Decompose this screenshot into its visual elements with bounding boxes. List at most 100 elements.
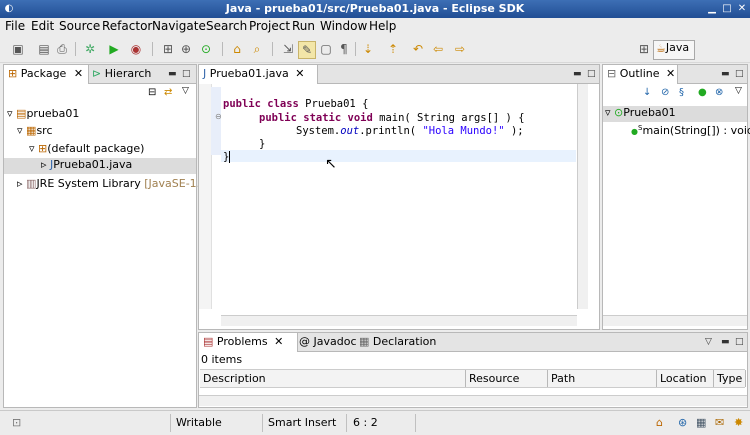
- print-icon[interactable]: ⎙: [54, 41, 70, 57]
- minimize-editor-icon[interactable]: ▬: [573, 69, 582, 79]
- fast-view-icon[interactable]: ⊡: [12, 416, 21, 429]
- java-perspective-button[interactable]: ☕Java: [653, 40, 695, 60]
- column-location[interactable]: Location: [657, 370, 714, 387]
- forward-icon[interactable]: ⇨: [452, 41, 468, 57]
- problems-horizontal-scrollbar[interactable]: [199, 395, 747, 406]
- new-package-icon[interactable]: ⊕: [178, 41, 194, 57]
- collapse-all-icon[interactable]: ⊟: [148, 87, 156, 98]
- open-type-icon[interactable]: ⌂: [229, 41, 245, 57]
- mark-occurrences-icon[interactable]: ✎: [298, 41, 316, 59]
- back-icon[interactable]: ⇦: [430, 41, 446, 57]
- editor-vertical-scrollbar[interactable]: [577, 84, 588, 309]
- hide-nonpublic-icon[interactable]: ●: [698, 87, 707, 98]
- link-with-editor-icon[interactable]: ⇄: [164, 87, 172, 98]
- tree-item-jre[interactable]: ▹ ▥JRE System Library [JavaSE-1.6: [17, 177, 207, 190]
- code-line-3[interactable]: System.out.println( "Hola Mundo!" );: [296, 125, 524, 137]
- tab-javadoc[interactable]: @ Javadoc: [295, 333, 357, 351]
- tree-item-src[interactable]: ▿ ▦src: [17, 124, 53, 137]
- maximize-outline-icon[interactable]: □: [735, 69, 744, 79]
- problems-view-menu-icon[interactable]: ▽: [705, 337, 712, 347]
- keyword: public static void: [259, 112, 373, 124]
- save-icon[interactable]: ▤: [36, 41, 52, 57]
- outline-view-menu-icon[interactable]: ▽: [735, 86, 742, 96]
- maximize-editor-icon[interactable]: □: [587, 69, 596, 79]
- tab-problems[interactable]: ▤ Problems ✕: [199, 333, 298, 352]
- maximize-view-icon[interactable]: □: [182, 69, 191, 79]
- tab-outline[interactable]: ⊟ Outline ✕: [603, 65, 678, 84]
- menu-window[interactable]: Window: [320, 19, 367, 33]
- tab-hierarchy[interactable]: ⊳ Hierarch: [88, 65, 151, 83]
- sort-icon[interactable]: ↓: [643, 87, 651, 98]
- menu-help[interactable]: Help: [369, 19, 396, 33]
- run-icon[interactable]: ▶: [106, 41, 122, 57]
- search-icon[interactable]: ⌕: [249, 41, 265, 57]
- minimize-icon[interactable]: ▁: [706, 3, 718, 15]
- tray-icon-1[interactable]: ⌂: [656, 416, 663, 429]
- column-path[interactable]: Path: [548, 370, 657, 387]
- code-line-4[interactable]: }: [259, 138, 265, 150]
- editor-horizontal-scrollbar[interactable]: [221, 315, 577, 326]
- outline-method-label: main(String[]) : void: [642, 124, 750, 137]
- last-edit-location-icon[interactable]: ↶: [410, 41, 426, 57]
- menu-edit[interactable]: Edit: [31, 19, 54, 33]
- close-editor-icon[interactable]: ✕: [295, 67, 304, 80]
- code-line-1[interactable]: public class Prueba01 {: [223, 98, 368, 110]
- tray-icon-3[interactable]: ▦: [696, 416, 706, 429]
- hide-static-icon[interactable]: §: [679, 87, 684, 98]
- menu-project[interactable]: Project: [249, 19, 290, 33]
- debug-icon[interactable]: ✲: [82, 41, 98, 57]
- column-type[interactable]: Type: [714, 370, 746, 387]
- minimize-problems-icon[interactable]: ▬: [721, 337, 730, 347]
- view-menu-icon[interactable]: ▽: [182, 86, 189, 96]
- tab-editor-file[interactable]: J Prueba01.java ✕: [199, 65, 318, 84]
- code-line-2[interactable]: public static void main( String args[] )…: [259, 112, 525, 124]
- open-perspective-icon[interactable]: ⊞: [636, 41, 652, 57]
- maximize-problems-icon[interactable]: □: [735, 337, 744, 347]
- tray-icon-4[interactable]: ✉: [715, 416, 724, 429]
- menu-file[interactable]: File: [5, 19, 25, 33]
- new-java-project-icon[interactable]: ⊞: [160, 41, 176, 57]
- next-edit-icon[interactable]: ⇣: [360, 41, 376, 57]
- hide-local-types-icon[interactable]: ⊗: [715, 87, 723, 98]
- close-tab-icon[interactable]: ✕: [74, 67, 83, 80]
- menu-run[interactable]: Run: [292, 19, 315, 33]
- expanded-arrow-icon: ▿: [29, 142, 35, 155]
- minimize-view-icon[interactable]: ▬: [168, 69, 177, 79]
- menu-navigate[interactable]: Navigate: [152, 19, 206, 33]
- column-description[interactable]: Description: [200, 370, 466, 387]
- outline-tab-label: Outline: [619, 67, 660, 80]
- tree-label-default-package: (default package): [47, 142, 145, 155]
- outline-horizontal-scrollbar[interactable]: [603, 315, 747, 326]
- next-annotation-icon[interactable]: ⇲: [280, 41, 296, 57]
- tree-item-prueba01-java[interactable]: ▹ JPrueba01.java: [4, 158, 196, 174]
- maximize-icon[interactable]: □: [721, 3, 733, 15]
- menu-search[interactable]: Search: [206, 19, 247, 33]
- external-tools-icon[interactable]: ◉: [128, 41, 144, 57]
- tab-declaration[interactable]: ▦ Declaration: [355, 333, 436, 351]
- new-icon[interactable]: ▣: [10, 41, 26, 57]
- tree-item-default-package[interactable]: ▿ ⊞(default package): [29, 142, 144, 155]
- fold-icon[interactable]: ⊖: [215, 112, 222, 121]
- code-line-5[interactable]: }: [223, 151, 237, 163]
- outline-item-method[interactable]: ●Smain(String[]) : void: [631, 124, 750, 137]
- menu-refactor[interactable]: Refactor: [102, 19, 152, 33]
- previous-edit-icon[interactable]: ⇡: [385, 41, 401, 57]
- tray-icon-5[interactable]: ✸: [734, 416, 743, 429]
- code-text: main( String args[] ) {: [372, 112, 525, 124]
- close-outline-icon[interactable]: ✕: [666, 67, 675, 80]
- tab-package-explorer[interactable]: ⊞ Package ✕: [4, 65, 89, 84]
- show-whitespace-icon[interactable]: ¶: [336, 41, 352, 57]
- tree-item-project[interactable]: ▿ ▤prueba01: [7, 107, 79, 120]
- minimize-outline-icon[interactable]: ▬: [721, 69, 730, 79]
- close-problems-icon[interactable]: ✕: [274, 335, 283, 348]
- hide-fields-icon[interactable]: ⊘: [661, 87, 669, 98]
- tray-icon-2[interactable]: ⊛: [678, 416, 687, 429]
- new-class-icon[interactable]: ⊙: [198, 41, 214, 57]
- block-selection-icon[interactable]: ▢: [318, 41, 334, 57]
- java-perspective-icon: ☕: [656, 41, 666, 55]
- close-icon[interactable]: ✕: [736, 3, 748, 15]
- column-resource[interactable]: Resource: [466, 370, 548, 387]
- tab-package-label: Package: [20, 67, 67, 80]
- menu-source[interactable]: Source: [59, 19, 100, 33]
- outline-item-class[interactable]: ▿ ⊙Prueba01: [603, 106, 747, 122]
